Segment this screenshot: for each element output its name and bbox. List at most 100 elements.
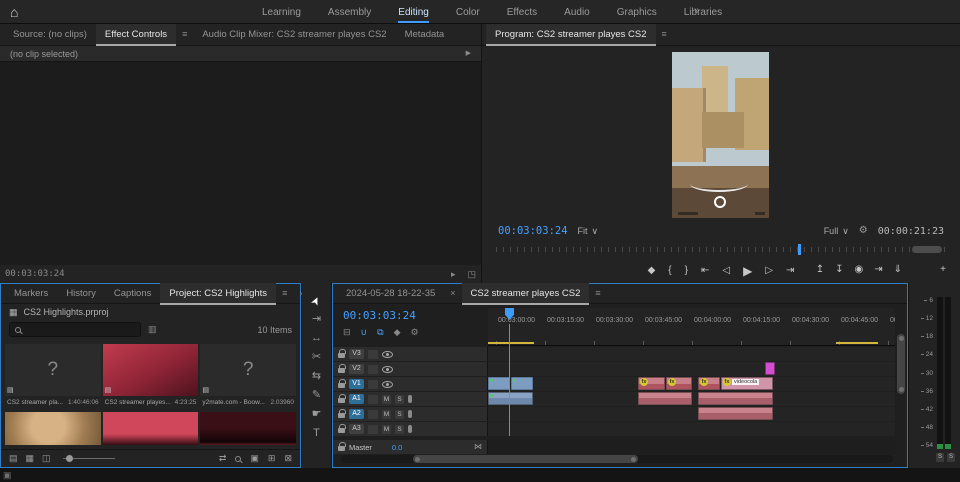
panel-menu-icon[interactable]: ≡ (176, 30, 193, 39)
insert-button[interactable]: ⇥ (874, 265, 882, 275)
lock-icon[interactable] (338, 394, 346, 403)
solo-button[interactable]: S (395, 409, 404, 419)
track-badge[interactable]: V2 (349, 364, 364, 374)
media-name[interactable]: CS2 streamer playes... (105, 399, 171, 406)
track-badge[interactable]: V3 (349, 349, 364, 359)
settings-wrench-icon[interactable]: ⚙ (859, 226, 868, 236)
panel-menu-icon[interactable]: ≡ (589, 289, 606, 298)
program-video-preview[interactable] (672, 52, 769, 218)
timeline-clip[interactable]: fx videocola (721, 377, 773, 390)
program-timecode[interactable]: 00:03:03:24 (498, 225, 568, 237)
pen-tool[interactable]: ✎ (312, 390, 321, 401)
media-thumbnail[interactable] (5, 412, 101, 445)
playback-resolution-select[interactable]: Full ∨ (824, 226, 849, 236)
slip-tool[interactable]: ⇆ (312, 371, 321, 382)
go-to-in-button[interactable]: ⇤ (701, 266, 709, 276)
project-file-name[interactable]: CS2 Highlights.prproj (24, 307, 109, 317)
track-badge[interactable]: A3 (349, 424, 364, 434)
scrubber-zoom-handle[interactable] (912, 246, 942, 253)
timeline-clip[interactable] (511, 377, 533, 390)
extract-button[interactable]: ↧ (835, 265, 843, 275)
track-badge[interactable]: A2 (349, 409, 364, 419)
track-lane-a3[interactable] (488, 422, 895, 436)
lock-icon[interactable] (338, 424, 346, 433)
timeline-horizontal-scrollbar[interactable] (413, 455, 638, 463)
lock-icon[interactable] (338, 409, 346, 418)
zoom-slider-knob[interactable] (65, 455, 73, 462)
hand-tool[interactable]: ☛ (312, 409, 322, 420)
mute-button[interactable]: M (382, 409, 391, 419)
lock-icon[interactable] (338, 379, 346, 388)
tab-effect-controls[interactable]: Effect Controls (95, 23, 177, 46)
timeline-ruler[interactable]: 00:03:00:00 00:03:15:00 00:03:30:00 00:0… (488, 308, 895, 346)
source-patch[interactable] (368, 349, 378, 359)
add-marker-icon[interactable]: ◆ (394, 328, 401, 337)
close-tab-icon[interactable]: × (444, 289, 461, 298)
overwrite-button[interactable]: ⇓ (894, 265, 902, 275)
track-lane-a2[interactable] (488, 407, 895, 421)
lock-icon[interactable] (338, 442, 346, 451)
media-thumbnail[interactable]: ? ▤ (200, 344, 297, 396)
razor-tool[interactable]: ✂ (312, 352, 321, 363)
tab-markers[interactable]: Markers (5, 283, 57, 305)
mute-button[interactable]: M (382, 424, 391, 434)
voiceover-mic-icon[interactable] (408, 410, 412, 418)
source-patch[interactable] (368, 364, 378, 374)
timeline-clip[interactable] (638, 392, 692, 405)
track-output-eye-icon[interactable] (382, 350, 393, 358)
filter-icon[interactable]: ▥ (148, 325, 157, 334)
timeline-clip[interactable] (488, 392, 533, 405)
workspace-tab-learning[interactable]: Learning (262, 7, 301, 18)
nested-sequence-icon[interactable]: ⊟ (343, 328, 351, 337)
timeline-vertical-scrollbar[interactable] (897, 334, 905, 394)
delete-button[interactable]: ⊠ (284, 454, 292, 463)
timeline-clip[interactable]: fx (638, 377, 665, 390)
media-thumbnail[interactable] (200, 412, 296, 445)
track-select-tool[interactable]: ⇥ (312, 314, 321, 325)
step-forward-button[interactable]: ▷ (765, 266, 773, 276)
media-name[interactable]: y2mate.com - Boow... (202, 399, 265, 406)
track-badge[interactable]: V1 (349, 379, 364, 389)
timeline-settings-icon[interactable]: ⚙ (411, 328, 419, 337)
zoom-level-select[interactable]: Fit ∨ (578, 226, 599, 236)
voiceover-mic-icon[interactable] (408, 425, 412, 433)
linked-selection-icon[interactable]: ⧉ (377, 328, 383, 337)
type-tool[interactable]: T (313, 428, 320, 439)
lift-button[interactable]: ↥ (816, 265, 824, 275)
timeline-clip[interactable]: fx (666, 377, 692, 390)
zoom-slider[interactable] (62, 455, 115, 462)
track-output-eye-icon[interactable] (382, 380, 393, 388)
source-patch[interactable] (368, 424, 378, 434)
sequence-tab-2[interactable]: CS2 streamer playes CS2 (461, 282, 590, 305)
media-item[interactable]: ? ▤ CS2 streamer pla... 1:40:46:06 (5, 344, 101, 406)
playhead-line[interactable] (509, 324, 510, 436)
panel-menu-icon[interactable]: ≡ (276, 289, 293, 298)
new-item-button[interactable]: ⊞ (268, 454, 276, 463)
list-view-button[interactable]: ▤ (9, 454, 18, 463)
track-lane-v3[interactable] (488, 347, 895, 361)
workspace-tab-editing[interactable]: Editing (398, 7, 429, 23)
home-icon[interactable]: ⌂ (10, 5, 18, 19)
panel-menu-icon[interactable]: ≡ (656, 30, 673, 39)
solo-button[interactable]: S (395, 394, 404, 404)
tab-source-monitor[interactable]: Source: (no clips) (4, 24, 96, 46)
new-bin-button[interactable]: ▣ (250, 454, 259, 463)
play-button[interactable]: ▶ (743, 265, 752, 277)
workspace-tab-effects[interactable]: Effects (507, 7, 537, 18)
lock-icon[interactable] (338, 349, 346, 358)
icon-view-button[interactable]: ▦ (26, 454, 35, 463)
track-lane-a1[interactable] (488, 392, 895, 406)
tab-project[interactable]: Project: CS2 Highlights (160, 282, 277, 305)
workspace-tab-color[interactable]: Color (456, 7, 480, 18)
source-patch[interactable] (368, 409, 378, 419)
media-thumbnail[interactable] (102, 412, 199, 445)
ripple-edit-tool[interactable]: ↔ (311, 333, 322, 344)
timeline-clip[interactable] (698, 392, 773, 405)
scrubber-playhead[interactable] (797, 244, 801, 255)
tab-history[interactable]: History (57, 283, 105, 305)
mark-out-button[interactable]: } (685, 266, 688, 276)
export-frame-button[interactable]: ◉ (854, 265, 863, 275)
program-scrubber[interactable] (496, 242, 946, 256)
master-gain-value[interactable]: 0.0 (392, 443, 402, 452)
source-patch[interactable] (368, 379, 378, 389)
